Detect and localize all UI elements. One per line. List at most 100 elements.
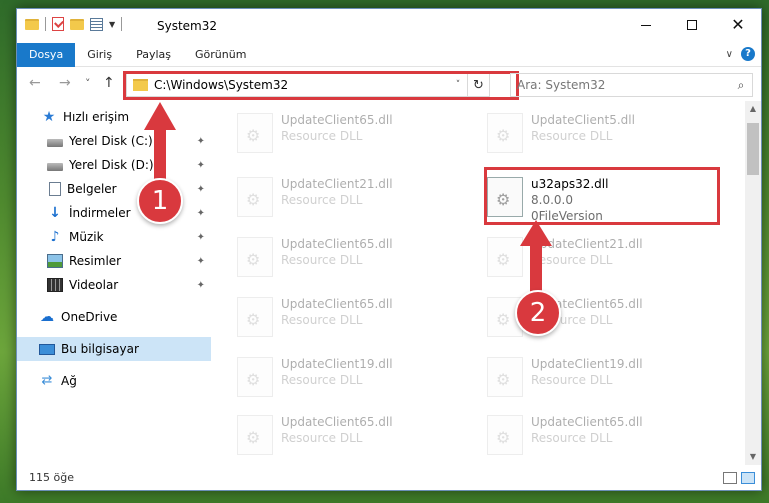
sidebar-item-onedrive[interactable]: ☁ OneDrive: [17, 305, 211, 329]
new-folder-icon[interactable]: [70, 18, 84, 30]
pin-icon[interactable]: ✦: [197, 256, 205, 267]
list-item[interactable]: ⚙ UpdateClient65.dll Resource DLL: [231, 291, 461, 347]
dll-file-icon: ⚙: [237, 357, 273, 397]
tab-paylas[interactable]: Paylaş: [124, 43, 183, 67]
file-description: Resource DLL: [281, 129, 363, 143]
sidebar-item-muzik[interactable]: ♪ Müzik ✦: [17, 225, 211, 249]
view-toggle: [723, 472, 755, 484]
list-item[interactable]: ⚙ UpdateClient65.dll Resource DLL: [231, 107, 461, 163]
search-icon[interactable]: ⌕: [730, 78, 752, 93]
file-name: UpdateClient19.dll: [531, 357, 643, 371]
list-item[interactable]: ⚙ UpdateClient65.dll Resource DLL: [231, 409, 461, 461]
sidebar-item-label: Müzik: [69, 230, 104, 244]
forward-button[interactable]: →: [59, 75, 71, 91]
vertical-scrollbar[interactable]: ▲ ▼: [745, 101, 761, 465]
gear-icon: ⚙: [246, 190, 261, 209]
minimize-button[interactable]: [623, 9, 669, 41]
dll-file-icon: ⚙: [237, 237, 273, 277]
details-view-icon[interactable]: [723, 472, 737, 484]
dll-file-icon: ⚙: [237, 177, 273, 217]
search-box[interactable]: Ara: System32 ⌕: [510, 73, 753, 97]
status-bar: 115 öğe: [17, 464, 761, 490]
star-icon: ★: [42, 109, 56, 125]
title-bar: ▼ System32 ✕: [17, 9, 761, 43]
computer-icon: [39, 343, 55, 355]
list-item[interactable]: ⚙ UpdateClient21.dll Resource DLL: [231, 171, 461, 227]
file-description: Resource DLL: [531, 373, 613, 387]
file-name: UpdateClient65.dll: [281, 297, 393, 311]
folder-icon: [25, 18, 39, 30]
file-highlight-box: [484, 167, 720, 225]
file-description: Resource DLL: [281, 313, 363, 327]
list-item[interactable]: ⚙ UpdateClient5.dll Resource DLL: [481, 107, 711, 163]
item-count: 115 öğe: [29, 470, 74, 484]
gear-icon: ⚙: [496, 428, 511, 447]
minimize-icon: [641, 24, 651, 26]
recent-locations-button[interactable]: ˅: [85, 77, 91, 90]
disk-icon: [47, 162, 63, 171]
divider: [45, 17, 46, 31]
pin-icon[interactable]: ✦: [197, 208, 205, 219]
pin-icon[interactable]: ✦: [197, 280, 205, 291]
help-icon[interactable]: ?: [741, 47, 755, 61]
properties-check-icon[interactable]: [52, 17, 64, 31]
close-button[interactable]: ✕: [715, 9, 761, 41]
scroll-down-icon[interactable]: ▼: [745, 449, 761, 465]
ribbon-tabs: Dosya Giriş Paylaş Görünüm ∨ ?: [17, 42, 761, 67]
pin-icon[interactable]: ✦: [197, 232, 205, 243]
sidebar-item-label: Belgeler: [67, 182, 117, 196]
navigation-bar: ← → ˅ ↑ C:\Windows\System32 ˅ ↻ Ara: Sys…: [17, 71, 761, 100]
sidebar-item-network[interactable]: ⇄ Ağ: [17, 369, 211, 393]
step-badge-1: 1: [137, 178, 183, 224]
file-name: UpdateClient21.dll: [281, 177, 393, 191]
gear-icon: ⚙: [246, 428, 261, 447]
tiles-view-icon[interactable]: [741, 472, 755, 484]
videos-icon: [47, 278, 63, 292]
file-description: Resource DLL: [281, 431, 363, 445]
up-button[interactable]: ↑: [103, 75, 115, 91]
sidebar-item-label: OneDrive: [61, 310, 118, 324]
file-description: Resource DLL: [281, 253, 363, 267]
dll-file-icon: ⚙: [237, 113, 273, 153]
dll-file-icon: ⚙: [487, 415, 523, 455]
file-description: Resource DLL: [281, 193, 363, 207]
sidebar-item-videolar[interactable]: Videolar ✦: [17, 273, 211, 297]
gear-icon: ⚙: [246, 370, 261, 389]
sidebar-item-label: Videolar: [69, 278, 119, 292]
search-input[interactable]: Ara: System32: [511, 78, 730, 92]
scroll-thumb[interactable]: [747, 123, 759, 175]
list-item[interactable]: ⚙ UpdateClient19.dll Resource DLL: [481, 351, 711, 407]
close-icon: ✕: [731, 15, 745, 34]
list-item[interactable]: ⚙ UpdateClient19.dll Resource DLL: [231, 351, 461, 407]
properties-icon[interactable]: [90, 17, 103, 31]
file-name: UpdateClient65.dll: [531, 415, 643, 429]
tab-dosya[interactable]: Dosya: [17, 42, 76, 67]
scroll-up-icon[interactable]: ▲: [745, 101, 761, 117]
customize-dropdown-icon[interactable]: ▼: [109, 20, 115, 29]
pictures-icon: [47, 254, 63, 268]
list-item[interactable]: ⚙ UpdateClient65.dll Resource DLL: [481, 409, 711, 461]
tab-gorunum[interactable]: Görünüm: [183, 43, 258, 67]
list-item[interactable]: ⚙ UpdateClient65.dll Resource DLL: [231, 231, 461, 287]
network-icon: ⇄: [41, 373, 53, 388]
sidebar-item-label: Ağ: [61, 374, 77, 388]
sidebar-item-this-pc[interactable]: Bu bilgisayar: [17, 337, 211, 361]
gear-icon: ⚙: [246, 250, 261, 269]
file-list: ⚙ UpdateClient65.dll Resource DLL ⚙ Updat…: [211, 101, 747, 461]
divider: [121, 17, 123, 31]
explorer-window: ▼ System32 ✕ Dosya Giriş Paylaş Görünüm …: [16, 8, 762, 491]
back-button[interactable]: ←: [29, 75, 41, 91]
sidebar-item-label: İndirmeler: [69, 206, 131, 220]
tab-giris[interactable]: Giriş: [75, 43, 124, 67]
file-name: UpdateClient65.dll: [281, 237, 393, 251]
file-name: UpdateClient5.dll: [531, 113, 635, 127]
sidebar-item-label: Hızlı erişim: [63, 110, 130, 124]
file-name: UpdateClient65.dll: [281, 113, 393, 127]
expand-ribbon-icon[interactable]: ∨: [726, 49, 733, 60]
sidebar-item-resimler[interactable]: Resimler ✦: [17, 249, 211, 273]
sidebar-item-label: Resimler: [69, 254, 122, 268]
sidebar-item-label: Bu bilgisayar: [61, 342, 139, 356]
gear-icon: ⚙: [246, 126, 261, 145]
file-description: Resource DLL: [281, 373, 363, 387]
maximize-button[interactable]: [669, 9, 715, 41]
